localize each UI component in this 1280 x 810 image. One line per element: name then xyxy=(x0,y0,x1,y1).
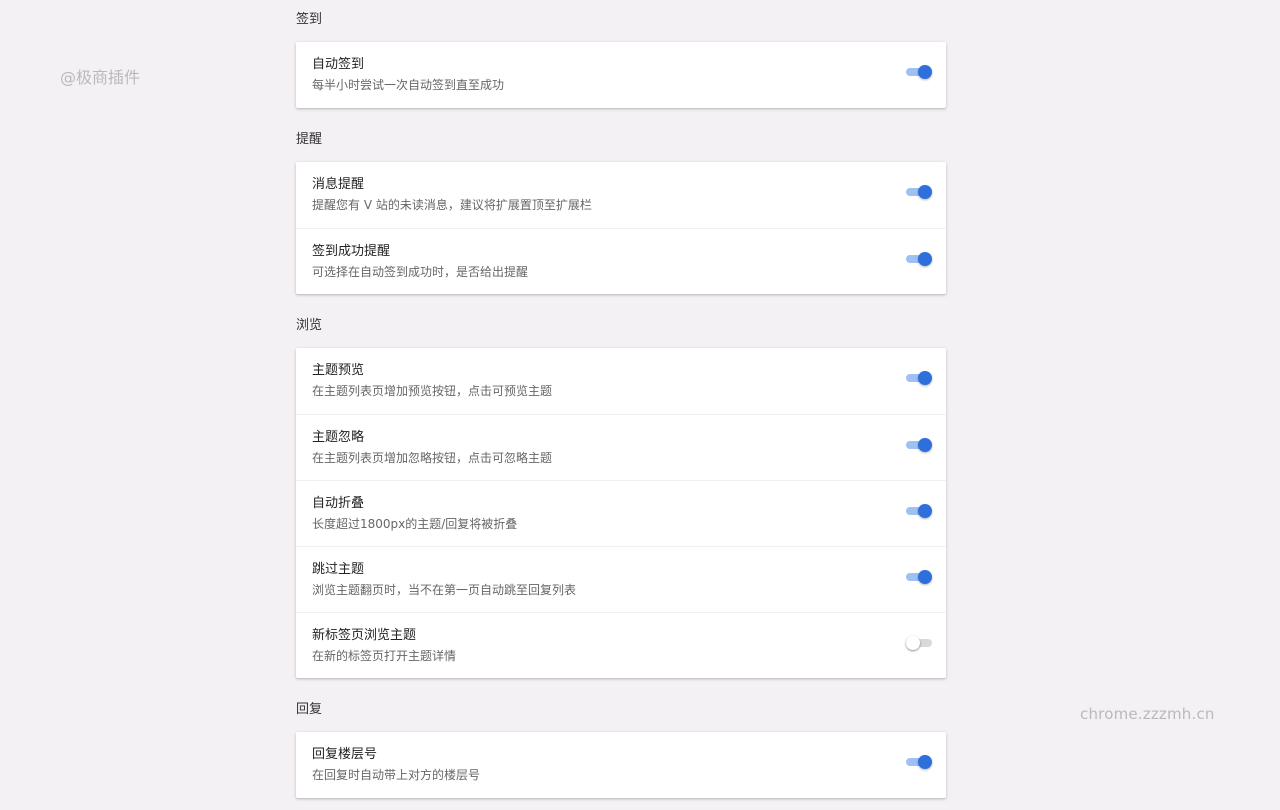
setting-title: 签到成功提醒 xyxy=(312,244,391,259)
new-tab-browse-toggle[interactable] xyxy=(906,636,932,650)
setting-title: 主题忽略 xyxy=(312,430,365,445)
checkin-success-reminder-toggle[interactable] xyxy=(906,252,932,266)
section-title-browse: 浏览 xyxy=(296,318,323,333)
settings-content: 签到 自动签到 每半小时尝试一次自动签到直至成功 提醒 消息提醒 提醒您有 V … xyxy=(296,0,946,810)
topic-ignore-toggle[interactable] xyxy=(906,438,932,452)
reply-floor-number-toggle[interactable] xyxy=(906,755,932,769)
card-reply: 回复楼层号 在回复时自动带上对方的楼层号 xyxy=(296,732,946,798)
watermark-right: chrome.zzzmh.cn xyxy=(1080,705,1215,723)
setting-title: 消息提醒 xyxy=(312,177,365,192)
card-checkin: 自动签到 每半小时尝试一次自动签到直至成功 xyxy=(296,42,946,108)
setting-title: 跳过主题 xyxy=(312,562,365,577)
setting-title: 自动折叠 xyxy=(312,496,365,511)
setting-title: 自动签到 xyxy=(312,57,365,72)
setting-row-auto-checkin: 自动签到 每半小时尝试一次自动签到直至成功 xyxy=(296,42,946,108)
setting-description: 在新的标签页打开主题详情 xyxy=(312,649,457,663)
setting-row-auto-collapse: 自动折叠 长度超过1800px的主题/回复将被折叠 xyxy=(296,480,946,546)
setting-row-new-tab-browse: 新标签页浏览主题 在新的标签页打开主题详情 xyxy=(296,612,946,678)
watermark-left: @极商插件 xyxy=(60,68,141,87)
skip-topic-toggle[interactable] xyxy=(906,570,932,584)
setting-description: 可选择在自动签到成功时，是否给出提醒 xyxy=(312,265,529,279)
section-title-reminder: 提醒 xyxy=(296,132,323,147)
card-reminder: 消息提醒 提醒您有 V 站的未读消息，建议将扩展置顶至扩展栏 签到成功提醒 可选… xyxy=(296,162,946,294)
setting-description: 在回复时自动带上对方的楼层号 xyxy=(312,768,481,782)
setting-description: 在主题列表页增加忽略按钮，点击可忽略主题 xyxy=(312,451,553,465)
setting-description: 长度超过1800px的主题/回复将被折叠 xyxy=(312,517,518,531)
setting-row-reply-floor-number: 回复楼层号 在回复时自动带上对方的楼层号 xyxy=(296,732,946,798)
section-title-checkin: 签到 xyxy=(296,12,323,27)
setting-row-message-reminder: 消息提醒 提醒您有 V 站的未读消息，建议将扩展置顶至扩展栏 xyxy=(296,162,946,228)
auto-checkin-toggle[interactable] xyxy=(906,65,932,79)
setting-description: 浏览主题翻页时，当不在第一页自动跳至回复列表 xyxy=(312,583,577,597)
auto-collapse-toggle[interactable] xyxy=(906,504,932,518)
setting-row-checkin-success-reminder: 签到成功提醒 可选择在自动签到成功时，是否给出提醒 xyxy=(296,228,946,294)
topic-preview-toggle[interactable] xyxy=(906,371,932,385)
setting-row-skip-topic: 跳过主题 浏览主题翻页时，当不在第一页自动跳至回复列表 xyxy=(296,546,946,612)
message-reminder-toggle[interactable] xyxy=(906,185,932,199)
setting-title: 主题预览 xyxy=(312,363,365,378)
setting-description: 每半小时尝试一次自动签到直至成功 xyxy=(312,78,505,92)
setting-title: 回复楼层号 xyxy=(312,747,378,762)
setting-description: 在主题列表页增加预览按钮，点击可预览主题 xyxy=(312,384,553,398)
setting-row-topic-preview: 主题预览 在主题列表页增加预览按钮，点击可预览主题 xyxy=(296,348,946,414)
section-title-reply: 回复 xyxy=(296,702,323,717)
setting-description: 提醒您有 V 站的未读消息，建议将扩展置顶至扩展栏 xyxy=(312,198,592,212)
card-browse: 主题预览 在主题列表页增加预览按钮，点击可预览主题 主题忽略 在主题列表页增加忽… xyxy=(296,348,946,678)
setting-title: 新标签页浏览主题 xyxy=(312,628,417,643)
setting-row-topic-ignore: 主题忽略 在主题列表页增加忽略按钮，点击可忽略主题 xyxy=(296,414,946,480)
